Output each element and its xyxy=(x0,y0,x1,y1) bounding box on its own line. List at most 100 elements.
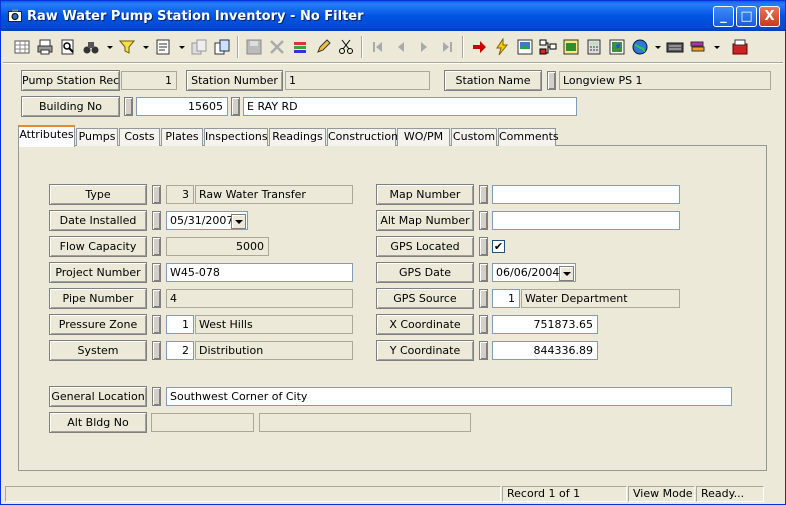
system-code[interactable]: 2 xyxy=(166,341,194,360)
y-coordinate-lookup-handle[interactable] xyxy=(479,341,488,360)
tab-wo-pm[interactable]: WO/PM xyxy=(397,128,450,146)
maximize-button[interactable]: □ xyxy=(736,6,757,27)
report-dropdown-arrow[interactable] xyxy=(179,46,185,49)
close-button[interactable]: X xyxy=(759,6,780,27)
street-lookup-handle[interactable] xyxy=(231,97,240,116)
globe-icon[interactable] xyxy=(629,36,651,58)
alt-map-number-lookup-handle[interactable] xyxy=(479,211,488,230)
spreadsheet-icon[interactable] xyxy=(560,36,582,58)
title-bar[interactable]: Raw Water Pump Station Inventory - No Fi… xyxy=(1,1,785,31)
delete-icon[interactable] xyxy=(266,36,288,58)
gps-source-button[interactable]: GPS Source xyxy=(376,288,474,309)
find-dropdown-arrow[interactable] xyxy=(107,46,113,49)
tab-construction[interactable]: Construction xyxy=(327,128,398,146)
report-icon[interactable] xyxy=(152,36,174,58)
map-icon[interactable] xyxy=(606,36,628,58)
street-field[interactable]: E RAY RD xyxy=(243,97,577,116)
filter-dropdown-arrow[interactable] xyxy=(143,46,149,49)
keyboard-icon[interactable] xyxy=(664,36,686,58)
station-name-lookup-handle[interactable] xyxy=(547,71,556,90)
gps-date-lookup-handle[interactable] xyxy=(479,263,488,282)
tab-pumps[interactable]: Pumps xyxy=(76,128,118,146)
alt-bldg-no-button[interactable]: Alt Bldg No xyxy=(49,412,147,433)
system-button[interactable]: System xyxy=(49,340,147,361)
hierarchy-icon[interactable] xyxy=(537,36,559,58)
books-icon[interactable] xyxy=(687,36,709,58)
project-number-button[interactable]: Project Number xyxy=(49,262,147,283)
alt-map-number-button[interactable]: Alt Map Number xyxy=(376,210,474,231)
general-location-field[interactable]: Southwest Corner of City xyxy=(166,387,732,406)
minimize-button[interactable]: _ xyxy=(713,6,734,27)
gps-source-code[interactable]: 1 xyxy=(492,289,520,308)
date-installed-field[interactable]: 05/31/2007 xyxy=(166,211,248,230)
building-no-button[interactable]: Building No xyxy=(21,96,120,117)
alt-map-number-field[interactable] xyxy=(492,211,680,230)
globe-dropdown-arrow[interactable] xyxy=(655,46,661,49)
flow-capacity-button[interactable]: Flow Capacity xyxy=(49,236,147,257)
lightning-icon[interactable] xyxy=(491,36,513,58)
pencil-icon[interactable] xyxy=(312,36,334,58)
last-record-icon[interactable] xyxy=(436,36,458,58)
binoculars-icon[interactable] xyxy=(80,36,102,58)
stack-icon[interactable] xyxy=(289,36,311,58)
pressure-zone-button[interactable]: Pressure Zone xyxy=(49,314,147,335)
building-no-lookup-handle[interactable] xyxy=(124,97,133,116)
save-icon[interactable] xyxy=(243,36,265,58)
tab-attributes[interactable]: Attributes xyxy=(18,125,75,147)
system-lookup-handle[interactable] xyxy=(152,341,161,360)
calculator-icon[interactable] xyxy=(583,36,605,58)
y-coordinate-field[interactable]: 844336.89 xyxy=(492,341,598,360)
station-name-button[interactable]: Station Name xyxy=(444,70,542,91)
tab-costs[interactable]: Costs xyxy=(119,128,160,146)
project-number-field[interactable]: W45-078 xyxy=(166,263,353,282)
exit-icon[interactable] xyxy=(729,36,751,58)
filter-icon[interactable] xyxy=(116,36,138,58)
gps-date-button[interactable]: GPS Date xyxy=(376,262,474,283)
general-location-button[interactable]: General Location xyxy=(49,386,147,407)
flow-capacity-lookup-handle[interactable] xyxy=(152,237,161,256)
image-icon[interactable] xyxy=(514,36,536,58)
map-number-field[interactable] xyxy=(492,185,680,204)
date-installed-button[interactable]: Date Installed xyxy=(49,210,147,231)
gps-source-lookup-handle[interactable] xyxy=(479,289,488,308)
y-coordinate-button[interactable]: Y Coordinate xyxy=(376,340,474,361)
x-coordinate-button[interactable]: X Coordinate xyxy=(376,314,474,335)
map-number-button[interactable]: Map Number xyxy=(376,184,474,205)
gps-date-field[interactable]: 06/06/2004 xyxy=(492,263,576,282)
pressure-zone-lookup-handle[interactable] xyxy=(152,315,161,334)
goto-arrow-icon[interactable] xyxy=(468,36,490,58)
print-icon[interactable] xyxy=(34,36,56,58)
building-no-field[interactable]: 15605 xyxy=(136,97,228,116)
gps-located-lookup-handle[interactable] xyxy=(479,237,488,256)
type-lookup-handle[interactable] xyxy=(152,185,161,204)
pipe-number-button[interactable]: Pipe Number xyxy=(49,288,147,309)
general-location-lookup-handle[interactable] xyxy=(152,387,161,406)
gps-located-checkbox[interactable]: ✔ xyxy=(492,240,505,253)
pipe-number-lookup-handle[interactable] xyxy=(152,289,161,308)
scissors-icon[interactable] xyxy=(335,36,357,58)
tab-comments[interactable]: Comments xyxy=(498,128,559,146)
previous-record-icon[interactable] xyxy=(390,36,412,58)
date-installed-dropdown-button[interactable] xyxy=(231,214,246,229)
gps-date-dropdown-button[interactable] xyxy=(559,266,574,281)
gps-located-button[interactable]: GPS Located xyxy=(376,236,474,257)
map-number-lookup-handle[interactable] xyxy=(479,185,488,204)
copy-record-icon[interactable] xyxy=(188,36,210,58)
station-number-button[interactable]: Station Number xyxy=(186,70,283,91)
type-button[interactable]: Type xyxy=(49,184,147,205)
project-number-lookup-handle[interactable] xyxy=(152,263,161,282)
date-installed-lookup-handle[interactable] xyxy=(152,211,161,230)
tab-inspections[interactable]: Inspections xyxy=(204,128,268,146)
pressure-zone-code[interactable]: 1 xyxy=(166,315,194,334)
books-dropdown-arrow[interactable] xyxy=(714,46,720,49)
x-coordinate-lookup-handle[interactable] xyxy=(479,315,488,334)
tab-readings[interactable]: Readings xyxy=(269,128,326,146)
x-coordinate-field[interactable]: 751873.65 xyxy=(492,315,598,334)
tab-plates[interactable]: Plates xyxy=(161,128,203,146)
tab-custom[interactable]: Custom xyxy=(451,128,497,146)
next-record-icon[interactable] xyxy=(413,36,435,58)
pump-station-rec-button[interactable]: Pump Station Rec # xyxy=(21,70,120,91)
grid-icon[interactable] xyxy=(11,36,33,58)
duplicate-icon[interactable] xyxy=(211,36,233,58)
first-record-icon[interactable] xyxy=(367,36,389,58)
